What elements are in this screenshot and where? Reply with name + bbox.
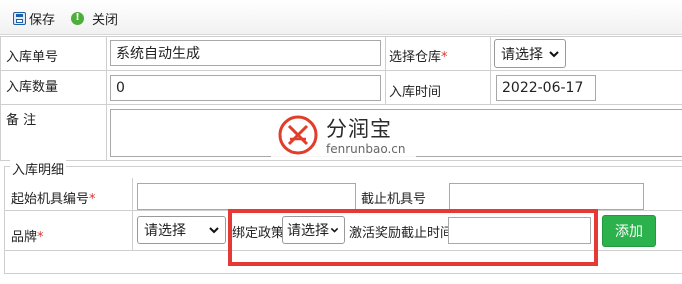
add-button[interactable]: 添加 xyxy=(602,215,656,247)
watermark-name: 分润宝 xyxy=(326,117,392,141)
row-divider xyxy=(0,70,682,71)
highlight-box xyxy=(228,209,598,266)
brand-select[interactable]: 请选择 xyxy=(137,216,226,244)
col-divider xyxy=(385,36,386,104)
col-divider xyxy=(106,36,107,160)
info-icon: ! xyxy=(71,11,84,25)
warehouse-select[interactable]: 请选择 xyxy=(494,39,566,68)
start-no-field[interactable] xyxy=(137,183,356,210)
warehouse-select-value: 请选择 xyxy=(501,46,543,63)
quantity-field[interactable]: 0 xyxy=(110,75,381,101)
watermark-url: fenrunbao.cn xyxy=(326,142,406,156)
quantity-label: 入库数量 xyxy=(6,80,59,95)
quantity-value: 0 xyxy=(116,80,125,96)
brand-label: 品牌* xyxy=(11,230,44,245)
brand-logo-icon xyxy=(278,115,318,155)
save-button[interactable]: 保存 xyxy=(13,9,56,28)
end-no-field[interactable] xyxy=(449,183,644,210)
chevron-down-icon xyxy=(209,227,219,234)
time-value: 2022-06-17 xyxy=(502,80,584,96)
receipt-no-label: 入库单号 xyxy=(6,50,59,65)
row-divider xyxy=(0,36,682,37)
toolbar: 保存 ! 关闭 xyxy=(0,0,682,35)
watermark-logo: 分润宝 fenrunbao.cn xyxy=(271,110,416,160)
col-divider xyxy=(0,36,1,160)
close-label: 关闭 xyxy=(92,12,119,28)
save-icon xyxy=(13,11,26,25)
remark-label: 备 注 xyxy=(6,113,37,128)
row-divider xyxy=(0,160,682,161)
col-divider xyxy=(490,36,491,104)
receipt-no-field[interactable]: 系统自动生成 xyxy=(110,40,381,66)
row-divider xyxy=(0,104,682,105)
time-field[interactable]: 2022-06-17 xyxy=(496,75,596,101)
close-button[interactable]: ! 关闭 xyxy=(71,9,119,28)
start-no-label: 起始机具编号* xyxy=(11,192,96,207)
time-label: 入库时间 xyxy=(389,85,442,100)
col-divider xyxy=(132,178,133,250)
brand-select-value: 请选择 xyxy=(144,223,186,239)
details-legend: 入库明细 xyxy=(10,159,67,178)
chevron-down-icon xyxy=(549,50,559,57)
warehouse-label: 选择仓库* xyxy=(389,50,448,65)
receipt-no-value: 系统自动生成 xyxy=(116,46,200,62)
save-label: 保存 xyxy=(29,12,56,28)
add-button-label: 添加 xyxy=(615,224,643,240)
end-no-label: 截止机具号 xyxy=(361,192,427,207)
